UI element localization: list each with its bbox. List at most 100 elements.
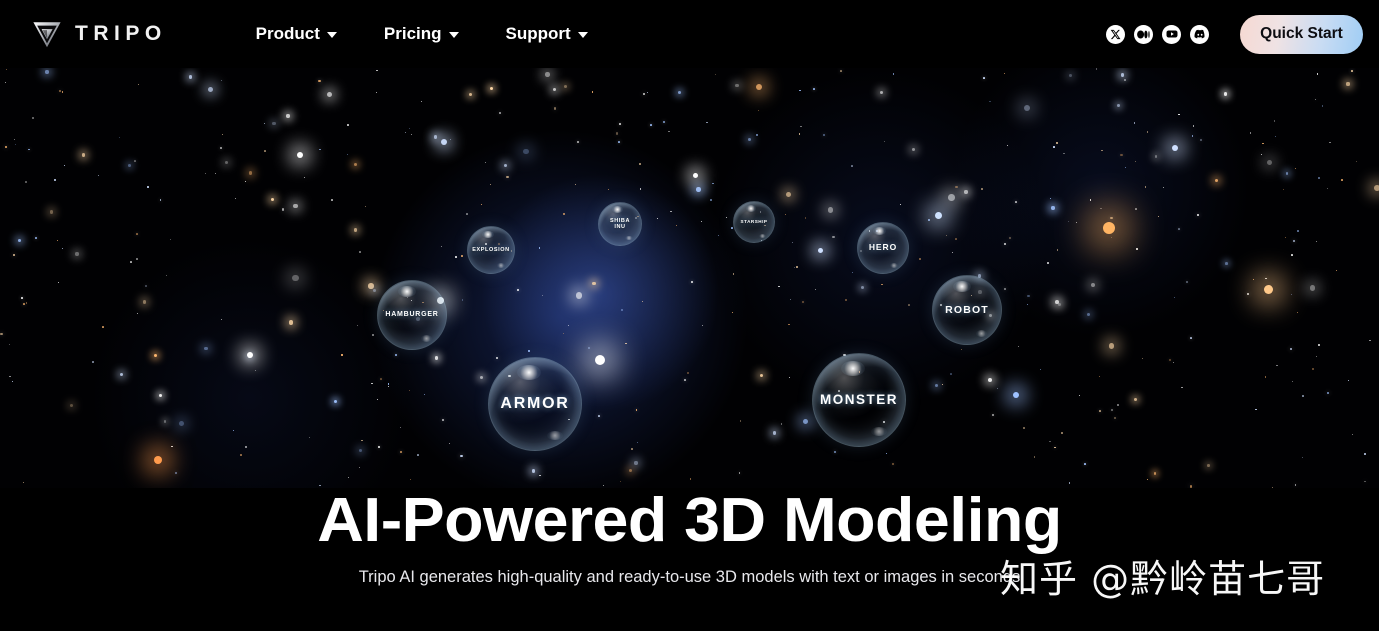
orb-specular-highlight <box>953 281 972 293</box>
orb-starship[interactable]: STARSHIP <box>733 201 775 243</box>
star <box>1015 201 1017 204</box>
star <box>815 288 817 290</box>
star <box>840 70 843 73</box>
star <box>668 130 670 133</box>
star <box>27 148 30 151</box>
star <box>725 217 727 219</box>
star <box>621 309 623 311</box>
orb-explosion[interactable]: EXPLOSION <box>467 226 515 274</box>
star <box>1297 230 1300 233</box>
star <box>1023 426 1025 429</box>
brand-logo[interactable]: TRIPO <box>30 17 167 51</box>
star <box>1261 142 1264 145</box>
star <box>1316 73 1319 75</box>
star <box>449 139 451 141</box>
star <box>1144 186 1147 188</box>
star <box>647 92 649 93</box>
star <box>827 207 834 213</box>
orb-secondary-highlight <box>975 329 988 337</box>
star <box>1316 356 1318 358</box>
orb-shiba-inu[interactable]: SHIBA INU <box>598 202 642 246</box>
x-twitter-icon[interactable] <box>1106 24 1125 44</box>
star <box>388 383 390 385</box>
star <box>1178 228 1181 231</box>
star <box>333 400 337 403</box>
orb-label: MONSTER <box>820 392 898 408</box>
quick-start-button[interactable]: Quick Start <box>1240 14 1363 54</box>
star <box>639 187 642 190</box>
star <box>786 191 792 197</box>
star <box>799 89 801 91</box>
star <box>845 299 847 301</box>
star <box>628 468 633 473</box>
medium-icon[interactable] <box>1134 24 1153 44</box>
star <box>372 289 377 293</box>
star <box>1099 409 1101 412</box>
star <box>597 414 600 417</box>
orb-label: HERO <box>868 242 898 253</box>
star <box>1186 281 1189 283</box>
star <box>591 91 594 93</box>
star <box>234 198 236 200</box>
star <box>263 122 266 125</box>
star <box>1017 346 1019 348</box>
star <box>466 213 468 215</box>
star <box>1087 313 1091 317</box>
star <box>45 70 49 74</box>
star <box>1312 367 1315 370</box>
star <box>755 83 763 91</box>
star <box>964 190 968 194</box>
star <box>1314 98 1317 101</box>
star <box>642 92 646 96</box>
star <box>718 234 720 236</box>
star <box>1054 446 1057 449</box>
star <box>354 163 358 167</box>
star <box>147 186 149 188</box>
star <box>272 121 276 125</box>
star <box>563 85 567 89</box>
orb-robot[interactable]: ROBOT <box>932 275 1002 345</box>
star <box>1291 254 1293 256</box>
brand-name: TRIPO <box>75 22 167 45</box>
youtube-icon[interactable] <box>1162 24 1181 44</box>
star <box>1207 464 1211 467</box>
orb-hero[interactable]: HERO <box>857 222 909 274</box>
discord-icon[interactable] <box>1190 24 1209 44</box>
star <box>248 171 253 175</box>
star <box>689 478 692 480</box>
star <box>883 141 885 143</box>
star <box>517 288 520 291</box>
star <box>92 360 94 363</box>
star <box>892 72 895 75</box>
star <box>988 100 991 103</box>
orb-armor[interactable]: ARMOR <box>488 357 582 451</box>
star <box>61 91 64 93</box>
star <box>75 252 79 256</box>
star <box>1322 105 1324 107</box>
star <box>1049 198 1051 199</box>
star <box>135 233 138 236</box>
star <box>1178 113 1180 116</box>
nav-item-support[interactable]: Support <box>506 24 588 44</box>
bright-star <box>1263 284 1273 294</box>
nav-item-pricing[interactable]: Pricing <box>384 24 459 44</box>
star <box>54 179 56 181</box>
orb-hamburger[interactable]: HAMBURGER <box>377 280 447 350</box>
star <box>813 87 816 90</box>
star <box>1075 222 1077 224</box>
star <box>618 123 621 126</box>
star <box>1023 104 1030 112</box>
star <box>163 420 167 423</box>
star <box>738 472 741 475</box>
star <box>409 479 411 481</box>
star <box>263 150 266 152</box>
star <box>1069 482 1071 484</box>
star <box>608 188 610 191</box>
star <box>880 90 884 95</box>
nav-item-product[interactable]: Product <box>256 24 337 44</box>
star <box>399 451 402 454</box>
orb-monster[interactable]: MONSTER <box>812 353 906 447</box>
star <box>789 298 792 300</box>
bright-star <box>1013 392 1019 398</box>
star <box>1318 344 1320 346</box>
